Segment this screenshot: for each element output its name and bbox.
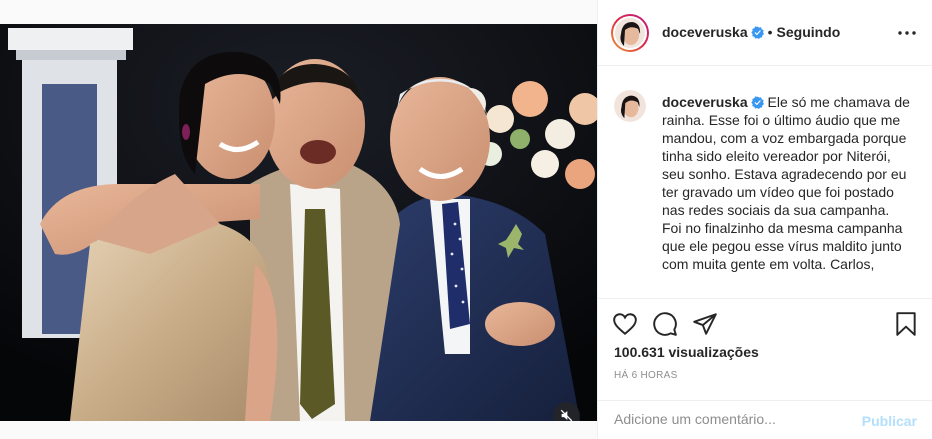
verified-badge-icon: [750, 26, 764, 39]
paper-plane-icon[interactable]: [692, 311, 718, 337]
muted-speaker-icon: [560, 409, 573, 421]
caption-text: Ele só me chamava de rainha. Esse foi o …: [662, 94, 910, 272]
post-video[interactable]: [0, 24, 597, 421]
publish-button[interactable]: Publicar: [862, 413, 917, 429]
heart-icon[interactable]: [612, 311, 638, 337]
post-caption: doceveruska Ele só me chamava de rainha.…: [662, 93, 912, 273]
bookmark-icon[interactable]: [893, 311, 919, 337]
header-username[interactable]: doceveruska: [662, 24, 748, 40]
caption-username[interactable]: doceveruska: [662, 94, 748, 110]
add-comment-bar: Publicar: [598, 400, 932, 439]
comment-input[interactable]: [614, 411, 844, 427]
verified-badge-icon: [750, 96, 764, 109]
post-timestamp[interactable]: HÁ 6 HORAS: [614, 370, 678, 381]
video-frame: [0, 24, 597, 421]
views-label: visualizações: [668, 344, 759, 360]
comments-section[interactable]: doceveruska Ele só me chamava de rainha.…: [598, 66, 932, 298]
caption-avatar[interactable]: [614, 90, 646, 122]
comment-bubble-icon[interactable]: [652, 311, 678, 337]
avatar[interactable]: [613, 16, 647, 50]
more-options-icon[interactable]: [897, 25, 917, 41]
post-header: doceveruska • Seguindo: [598, 0, 932, 66]
header-user-line: doceveruska • Seguindo: [662, 24, 840, 40]
avatar-image: [615, 18, 645, 48]
separator-dot: •: [767, 24, 773, 40]
instagram-post-page: doceveruska • Seguindo doceveruska Ele só …: [0, 0, 932, 439]
views-count: 100.631: [614, 344, 665, 360]
following-button[interactable]: Seguindo: [777, 24, 841, 40]
post-side-panel: doceveruska • Seguindo doceveruska Ele só …: [597, 0, 932, 439]
views-count-line[interactable]: 100.631 visualizações: [614, 344, 759, 360]
avatar-image: [614, 90, 646, 122]
